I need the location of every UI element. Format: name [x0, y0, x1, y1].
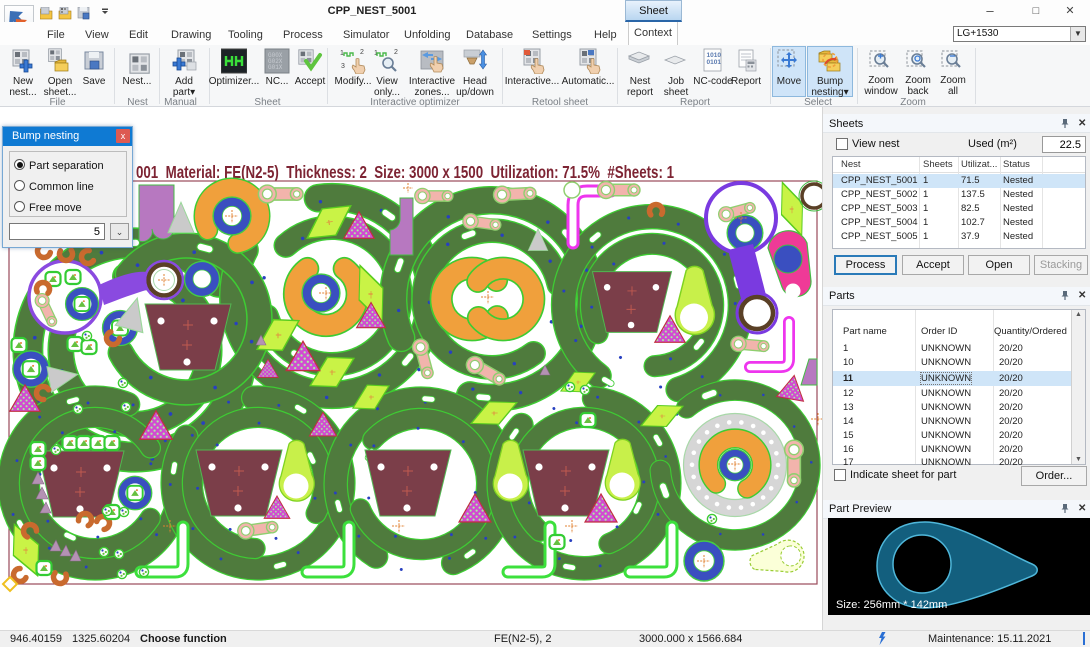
svg-text:2: 2 [360, 49, 364, 56]
svg-text:001 Material: FE(N2-5) Thick: 001 Material: FE(N2-5) Thickness: 2 Size… [136, 162, 674, 182]
svg-text:2: 2 [394, 49, 398, 56]
svg-text:1010: 1010 [707, 52, 722, 59]
svg-text:Size: 256mm * 142mm: Size: 256mm * 142mm [836, 599, 947, 611]
svg-text:3: 3 [341, 63, 345, 70]
svg-text:G01X: G01X [268, 64, 283, 71]
svg-text:0101: 0101 [707, 59, 722, 66]
